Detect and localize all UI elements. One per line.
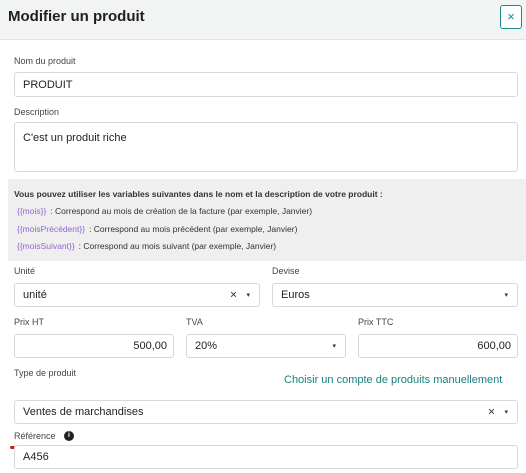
- currency-select[interactable]: Euros ▾: [272, 283, 518, 307]
- price-ht-value: 500,00: [133, 340, 167, 352]
- modal-header: Modifier un produit ×: [0, 0, 526, 40]
- variable-token: {{mois}}: [17, 206, 47, 216]
- product-type-value: Ventes de marchandises: [23, 406, 144, 418]
- tva-value: 20%: [195, 340, 218, 352]
- reference-label: Référence: [14, 431, 56, 441]
- product-name-input[interactable]: PRODUIT: [14, 72, 518, 97]
- close-icon: ×: [507, 9, 515, 24]
- description-value: C'est un produit riche: [23, 132, 127, 144]
- description-label: Description: [14, 107, 60, 117]
- variable-description: : Correspond au mois précédent (par exem…: [89, 224, 298, 234]
- tva-label: TVA: [186, 317, 203, 327]
- variable-description: : Correspond au mois suivant (par exempl…: [78, 241, 277, 251]
- clear-icon[interactable]: ×: [488, 405, 495, 419]
- chevron-down-icon[interactable]: ▾: [246, 291, 250, 299]
- choose-account-link[interactable]: Choisir un compte de produits manuelleme…: [284, 374, 502, 386]
- variable-token: {{moisPrécédent}}: [17, 224, 86, 234]
- unit-value: unité: [23, 289, 47, 301]
- chevron-down-icon[interactable]: ▾: [332, 342, 336, 350]
- modal-title: Modifier un produit: [8, 8, 145, 25]
- price-ttc-label: Prix TTC: [358, 317, 394, 327]
- currency-label: Devise: [272, 266, 300, 276]
- product-name-label: Nom du produit: [14, 56, 76, 66]
- product-type-label: Type de produit: [14, 368, 77, 378]
- product-type-select[interactable]: Ventes de marchandises × ▾: [14, 400, 518, 424]
- variables-info-box: Vous pouvez utiliser les variables suiva…: [8, 179, 526, 261]
- chevron-down-icon[interactable]: ▾: [504, 291, 508, 299]
- tva-select[interactable]: 20% ▾: [186, 334, 346, 358]
- price-ttc-value: 600,00: [477, 340, 511, 352]
- price-ht-input[interactable]: 500,00: [14, 334, 174, 358]
- variable-row: {{mois}}: Correspond au mois de création…: [17, 206, 312, 216]
- price-ht-label: Prix HT: [14, 317, 44, 327]
- close-button[interactable]: ×: [500, 5, 522, 29]
- reference-input[interactable]: A456: [14, 445, 518, 469]
- info-icon[interactable]: i: [64, 431, 74, 441]
- currency-value: Euros: [281, 289, 310, 301]
- reference-value: A456: [23, 451, 49, 463]
- unit-label: Unité: [14, 266, 36, 276]
- price-ttc-input[interactable]: 600,00: [358, 334, 518, 358]
- variable-row: {{moisSuivant}}: Correspond au mois suiv…: [17, 241, 276, 251]
- chevron-down-icon[interactable]: ▾: [504, 408, 508, 416]
- description-textarea[interactable]: C'est un produit riche: [14, 122, 518, 172]
- variable-description: : Correspond au mois de création de la f…: [50, 206, 313, 216]
- clear-icon[interactable]: ×: [230, 288, 237, 302]
- unit-select[interactable]: unité × ▾: [14, 283, 260, 307]
- variable-row: {{moisPrécédent}}: Correspond au mois pr…: [17, 224, 297, 234]
- variable-token: {{moisSuivant}}: [17, 241, 75, 251]
- product-name-value: PRODUIT: [23, 78, 73, 91]
- variables-info-title: Vous pouvez utiliser les variables suiva…: [14, 189, 383, 199]
